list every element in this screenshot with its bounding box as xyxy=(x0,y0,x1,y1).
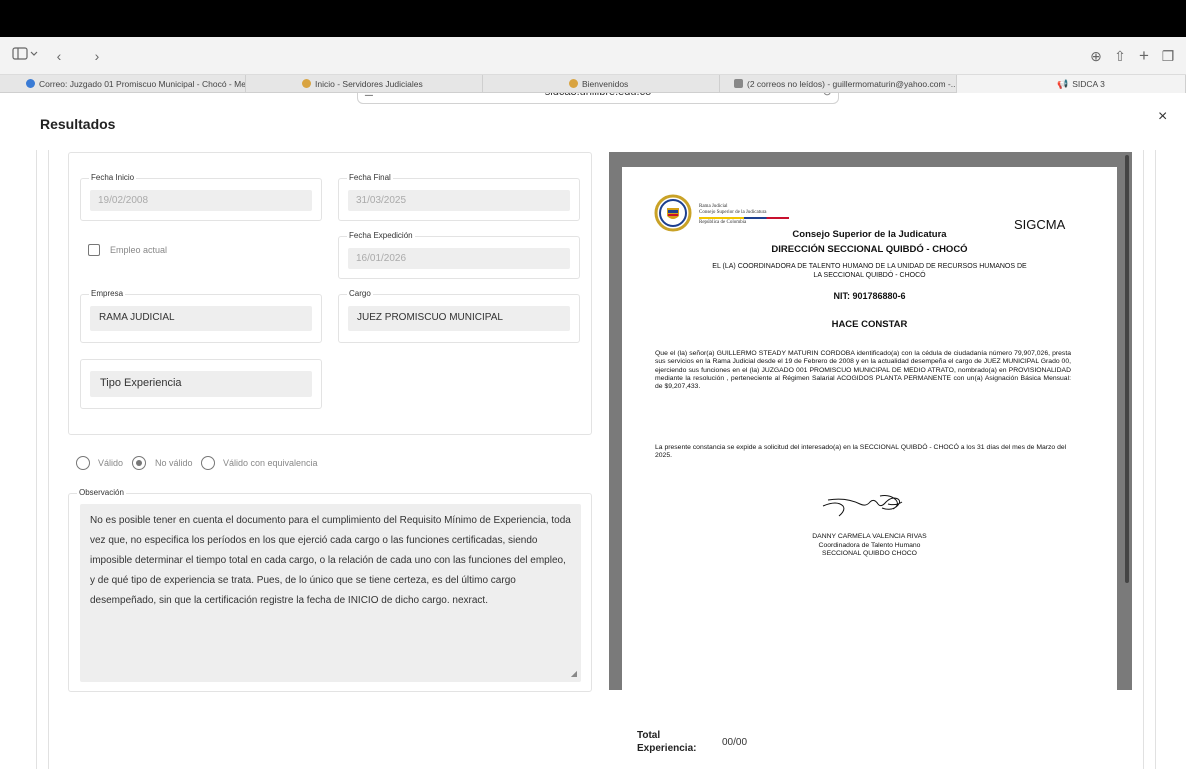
divider xyxy=(1155,150,1156,769)
tab-yahoo[interactable]: (2 correos no leídos) - guillermomaturin… xyxy=(720,75,957,93)
radio-valido-label: Válido xyxy=(98,458,124,468)
fecha-final-input[interactable]: 31/03/2025 xyxy=(348,190,570,211)
observacion-label: Observación xyxy=(77,488,126,497)
empresa-field: Empresa RAMA JUDICIAL xyxy=(80,289,322,343)
document-issuer: EL (LA) COORDINADORA DE TALENTO HUMANO D… xyxy=(642,262,1097,280)
issuer-line: LA SECCIONAL QUIBDÓ - CHOCÓ xyxy=(813,272,926,279)
observacion-textarea[interactable]: No es posible tener en cuenta el documen… xyxy=(80,504,581,682)
share-icon[interactable]: ⇧ xyxy=(1112,46,1128,66)
fecha-expedicion-input[interactable]: 16/01/2026 xyxy=(348,248,570,269)
sidebar-toggle-icon[interactable] xyxy=(10,46,40,66)
total-experiencia-value: 00/00 xyxy=(722,737,748,748)
empresa-label: Empresa xyxy=(89,289,126,298)
resize-handle-icon[interactable]: ◢ xyxy=(571,669,577,678)
forward-icon[interactable]: › xyxy=(90,46,104,66)
tab-label: Correo: Juzgado 01 Promiscuo Municipal -… xyxy=(39,79,246,89)
empleo-actual-checkbox[interactable] xyxy=(88,244,100,256)
tab-sidca[interactable]: 📢 SIDCA 3 xyxy=(957,75,1186,93)
browser-toolbar: ‹ › ☰ sidca3.unilibre.edu.co ↻ ⊕ ⇧ + ❐ xyxy=(0,37,1186,104)
tab-inicio[interactable]: Inicio - Servidores Judiciales xyxy=(246,75,483,93)
download-icon[interactable]: ⊕ xyxy=(1088,46,1104,66)
tab-label: (2 correos no leídos) - guillermomaturin… xyxy=(747,79,957,89)
fecha-inicio-input[interactable]: 19/02/2008 xyxy=(90,190,312,211)
back-icon[interactable]: ‹ xyxy=(52,46,66,66)
fecha-inicio-field: Fecha Inicio 19/02/2008 xyxy=(80,173,322,221)
fecha-expedicion-label: Fecha Expedición xyxy=(347,231,415,240)
logo-text-line: República de Colombia xyxy=(699,220,747,225)
fecha-expedicion-field: Fecha Expedición 16/01/2026 xyxy=(338,231,580,279)
fecha-inicio-label: Fecha Inicio xyxy=(89,173,137,182)
fecha-final-label: Fecha Final xyxy=(347,173,393,182)
empresa-input[interactable]: RAMA JUDICIAL xyxy=(90,306,312,331)
divider xyxy=(36,150,37,769)
issuer-line: EL (LA) COORDINADORA DE TALENTO HUMANO D… xyxy=(712,263,1027,270)
document-body: Que el (la) señor(a) GUILLERMO STEADY MA… xyxy=(655,350,1071,391)
document-hace-constar: HACE CONSTAR xyxy=(831,319,908,330)
mail-icon xyxy=(26,79,35,88)
radio-no-valido-label: No válido xyxy=(155,458,193,468)
signature-block: DANNY CARMELA VALENCIA RIVAS Coordinador… xyxy=(622,533,1117,559)
signer-role: Coordinadora de Talento Humano xyxy=(818,541,921,549)
megaphone-icon: 📢 xyxy=(1057,79,1069,89)
document-nit: NIT: 901786880-6 xyxy=(833,291,906,301)
cargo-input[interactable]: JUEZ PROMISCUO MUNICIPAL xyxy=(348,306,570,331)
cargo-label: Cargo xyxy=(347,289,373,298)
document-heading: Consejo Superior de la Judicatura xyxy=(792,229,947,240)
new-tab-icon[interactable]: + xyxy=(1136,46,1152,66)
site-icon xyxy=(569,79,578,88)
observacion-field: Observación No es posible tener en cuent… xyxy=(68,488,592,692)
divider xyxy=(48,150,49,769)
radio-valido-con-equivalencia-label: Válido con equivalencia xyxy=(223,458,318,468)
empleo-actual-label: Empleo actual xyxy=(110,245,168,255)
tipo-experiencia-field: Tipo Experiencia xyxy=(80,359,322,409)
signer-name: DANNY CARMELA VALENCIA RIVAS xyxy=(812,533,927,540)
dialog-title: Resultados xyxy=(40,116,116,132)
tab-label: SIDCA 3 xyxy=(1072,79,1105,89)
certificate-page: Rama Judicial Consejo Superior de la Jud… xyxy=(622,167,1117,690)
radio-no-valido[interactable] xyxy=(132,456,146,470)
site-icon xyxy=(302,79,311,88)
pdf-scrollbar[interactable] xyxy=(1125,155,1129,583)
colombia-seal-icon xyxy=(654,194,692,232)
tab-bar: Correo: Juzgado 01 Promiscuo Municipal -… xyxy=(0,75,1186,93)
fecha-final-field: Fecha Final 31/03/2025 xyxy=(338,173,580,221)
divider xyxy=(1143,150,1144,769)
signer-office: SECCIONAL QUIBDO CHOCO xyxy=(822,550,917,557)
total-experiencia-label: Total Experiencia: xyxy=(637,730,697,754)
document-issue-statement: La presente constancia se expide a solic… xyxy=(655,444,1067,460)
signature-image xyxy=(822,495,903,517)
tab-overview-icon[interactable]: ❐ xyxy=(1160,46,1176,66)
radio-valido-con-equivalencia[interactable] xyxy=(201,456,215,470)
screen-top-bar xyxy=(0,0,1186,37)
tipo-experiencia-select[interactable]: Tipo Experiencia xyxy=(90,371,312,397)
tab-bienvenidos[interactable]: Bienvenidos xyxy=(483,75,720,93)
radio-valido[interactable] xyxy=(76,456,90,470)
close-icon[interactable]: × xyxy=(1158,108,1167,126)
tab-label: Inicio - Servidores Judiciales xyxy=(315,79,423,89)
tab-label: Bienvenidos xyxy=(582,79,629,89)
document-subheading: DIRECCIÓN SECCIONAL QUIBDÓ - CHOCÓ xyxy=(771,244,968,255)
cargo-field: Cargo JUEZ PROMISCUO MUNICIPAL xyxy=(338,289,580,343)
tab-correo[interactable]: Correo: Juzgado 01 Promiscuo Municipal -… xyxy=(0,75,246,93)
yahoo-icon xyxy=(734,79,743,88)
logo-text-line: Consejo Superior de la Judicatura xyxy=(699,210,767,215)
